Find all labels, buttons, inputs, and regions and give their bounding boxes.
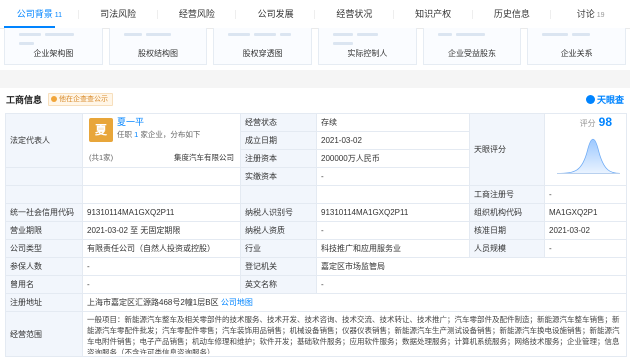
- table-row: 经营范围 一般项目：新能源汽车整车及相关零部件的技术服务、技术开发、技术咨询、技…: [5, 311, 627, 357]
- credit-code-value: 91310114MA1GXQ2P11: [82, 203, 241, 222]
- tab-intellectual-property[interactable]: 知识产权: [394, 0, 473, 28]
- eye-logo-icon: [585, 95, 595, 104]
- registration-authority-value: 嘉定区市场监管局: [316, 257, 627, 276]
- credit-code-label: 统一社会信用代码: [5, 203, 83, 222]
- card-actual-controller[interactable]: 实际控制人: [318, 28, 417, 65]
- taxpayer-id-label: 纳税人识别号: [240, 203, 317, 222]
- section-title: 工商信息: [6, 95, 43, 105]
- approval-date-value: 2021-03-02: [544, 221, 627, 240]
- card-enterprise-relations[interactable]: 企业关系: [527, 28, 627, 65]
- former-name-label: 曾用名: [5, 275, 83, 294]
- english-name-label: 英文名称: [240, 275, 317, 294]
- top-nav: 公司背景 11 司法风险 经营风险 公司发展 经营状况 知识产权 历史信息 讨论 1…: [0, 0, 630, 29]
- score-distribution-chart: [557, 138, 620, 174]
- org-code-label: 组织机构代码: [469, 203, 545, 222]
- card-beneficial-shareholder[interactable]: 企业受益股东: [422, 28, 522, 65]
- legal-rep-positions: 任职 1 家企业，分布如下: [117, 129, 201, 139]
- registered-address-label: 注册地址: [5, 293, 83, 312]
- empty-value: [82, 185, 241, 204]
- industry-value: 科技推广和应用服务业: [316, 239, 470, 258]
- industry-label: 行业: [240, 239, 317, 258]
- org-code-value: MA1GXQ2P1: [544, 203, 627, 222]
- section-divider: [0, 70, 630, 88]
- card-equity-structure[interactable]: 股权结构图: [108, 28, 208, 65]
- warning-icon: [51, 96, 57, 102]
- card-thumbnail: [17, 30, 90, 45]
- business-scope-label: 经营范围: [5, 311, 83, 357]
- score-value[interactable]: 评分 98: [580, 116, 612, 129]
- table-row: 工商注册号 -: [5, 185, 627, 204]
- table-row: 公司类型 有限责任公司（自然人投资或控股） 行业 科技推广和应用服务业 人员规模…: [5, 239, 627, 258]
- card-thumbnail: [122, 30, 195, 44]
- brand-logo[interactable]: 天眼查: [585, 93, 624, 106]
- card-thumbnail: [226, 30, 299, 44]
- table-row: 注册地址 上海市嘉定区汇源路468号2幢1层B区 公司地图: [5, 293, 627, 312]
- tab-operational-risk[interactable]: 经营风险: [158, 0, 237, 28]
- company-type-value: 有限责任公司（自然人投资或控股）: [82, 239, 241, 258]
- empty-label: [5, 167, 83, 186]
- business-term-label: 营业期限: [5, 221, 83, 240]
- staff-size-value: -: [544, 239, 627, 258]
- table-row: 统一社会信用代码 91310114MA1GXQ2P11 纳税人识别号 91310…: [5, 203, 627, 222]
- former-name-value: -: [82, 275, 241, 294]
- card-thumbnail: [540, 30, 613, 44]
- tab-legal-risk[interactable]: 司法风险: [79, 0, 158, 28]
- company-type-label: 公司类型: [5, 239, 83, 258]
- publicity-notice[interactable]: 他在企查查公示: [48, 93, 113, 106]
- business-status-label: 经营状态: [240, 113, 317, 132]
- tab-business-status[interactable]: 经营状况: [315, 0, 394, 28]
- registration-authority-label: 登记机关: [240, 257, 317, 276]
- table-row: 营业期限 2021-03-02 至 无固定期限 纳税人资质 - 核准日期 202…: [5, 221, 627, 240]
- insured-count-label: 参保人数: [5, 257, 83, 276]
- registration-number-label: 工商注册号: [469, 185, 545, 204]
- established-date-value: 2021-03-02: [316, 131, 470, 150]
- approval-date-label: 核准日期: [469, 221, 545, 240]
- table-row: 法定代表人 夏 夏一平 任职 1 家企业，分布如下 (共1家) 集度汽车有限公司…: [5, 113, 627, 186]
- taxpayer-qualification-label: 纳税人资质: [240, 221, 317, 240]
- established-date-label: 成立日期: [240, 131, 317, 150]
- legal-rep-related-count: (共1家): [89, 152, 114, 162]
- avatar[interactable]: 夏: [89, 117, 113, 142]
- legal-rep-label: 法定代表人: [5, 113, 83, 168]
- business-status-value: 存续: [316, 113, 470, 132]
- graph-cards: 企业架构图 股权结构图 股权穿透图 实际控制人 企业受益股东 企业关系: [0, 28, 630, 65]
- english-name-value: -: [316, 275, 627, 294]
- insured-count-value: -: [82, 257, 241, 276]
- section-header: 工商信息 他在企查查公示 天眼查: [0, 90, 630, 110]
- card-equity-penetration[interactable]: 股权穿透图: [213, 28, 313, 65]
- legal-rep-cell: 夏 夏一平 任职 1 家企业，分布如下 (共1家) 集度汽车有限公司: [82, 113, 241, 168]
- business-term-value: 2021-03-02 至 无固定期限: [82, 221, 241, 240]
- taxpayer-qualification-value: -: [316, 221, 470, 240]
- empty-label: [5, 185, 83, 204]
- business-scope-value: 一般项目：新能源汽车整车及相关零部件的技术服务、技术开发、技术咨询、技术交流、技…: [82, 311, 627, 357]
- legal-rep-company[interactable]: 集度汽车有限公司: [174, 152, 234, 163]
- tab-discussion[interactable]: 讨论 19: [551, 0, 630, 28]
- registration-number-value: -: [544, 185, 627, 204]
- business-info-table: 法定代表人 夏 夏一平 任职 1 家企业，分布如下 (共1家) 集度汽车有限公司…: [5, 113, 627, 357]
- tab-company-background[interactable]: 公司背景 11: [0, 0, 79, 28]
- card-enterprise-structure[interactable]: 企业架构图: [4, 28, 103, 65]
- registered-capital-value: 200000万人民币: [316, 149, 470, 168]
- taxpayer-id-value: 91310114MA1GXQ2P11: [316, 203, 470, 222]
- registered-address-value: 上海市嘉定区汇源路468号2幢1层B区 公司地图: [82, 293, 627, 312]
- empty-value: [82, 167, 241, 186]
- staff-size-label: 人员规模: [469, 239, 545, 258]
- paid-capital-label: 实缴资本: [240, 167, 317, 186]
- card-thumbnail: [331, 30, 404, 45]
- table-row: 曾用名 - 英文名称 -: [5, 275, 627, 294]
- paid-capital-value: -: [316, 167, 470, 186]
- score-cell: 评分 98: [544, 113, 627, 186]
- table-row: 参保人数 - 登记机关 嘉定区市场监管局: [5, 257, 627, 276]
- score-label: 天眼评分: [469, 113, 545, 186]
- card-thumbnail: [436, 30, 509, 44]
- legal-rep-name[interactable]: 夏一平: [117, 117, 144, 128]
- registered-capital-label: 注册资本: [240, 149, 317, 168]
- company-map-link[interactable]: 公司地图: [221, 298, 253, 307]
- tab-company-development[interactable]: 公司发展: [236, 0, 315, 28]
- tab-history[interactable]: 历史信息: [473, 0, 552, 28]
